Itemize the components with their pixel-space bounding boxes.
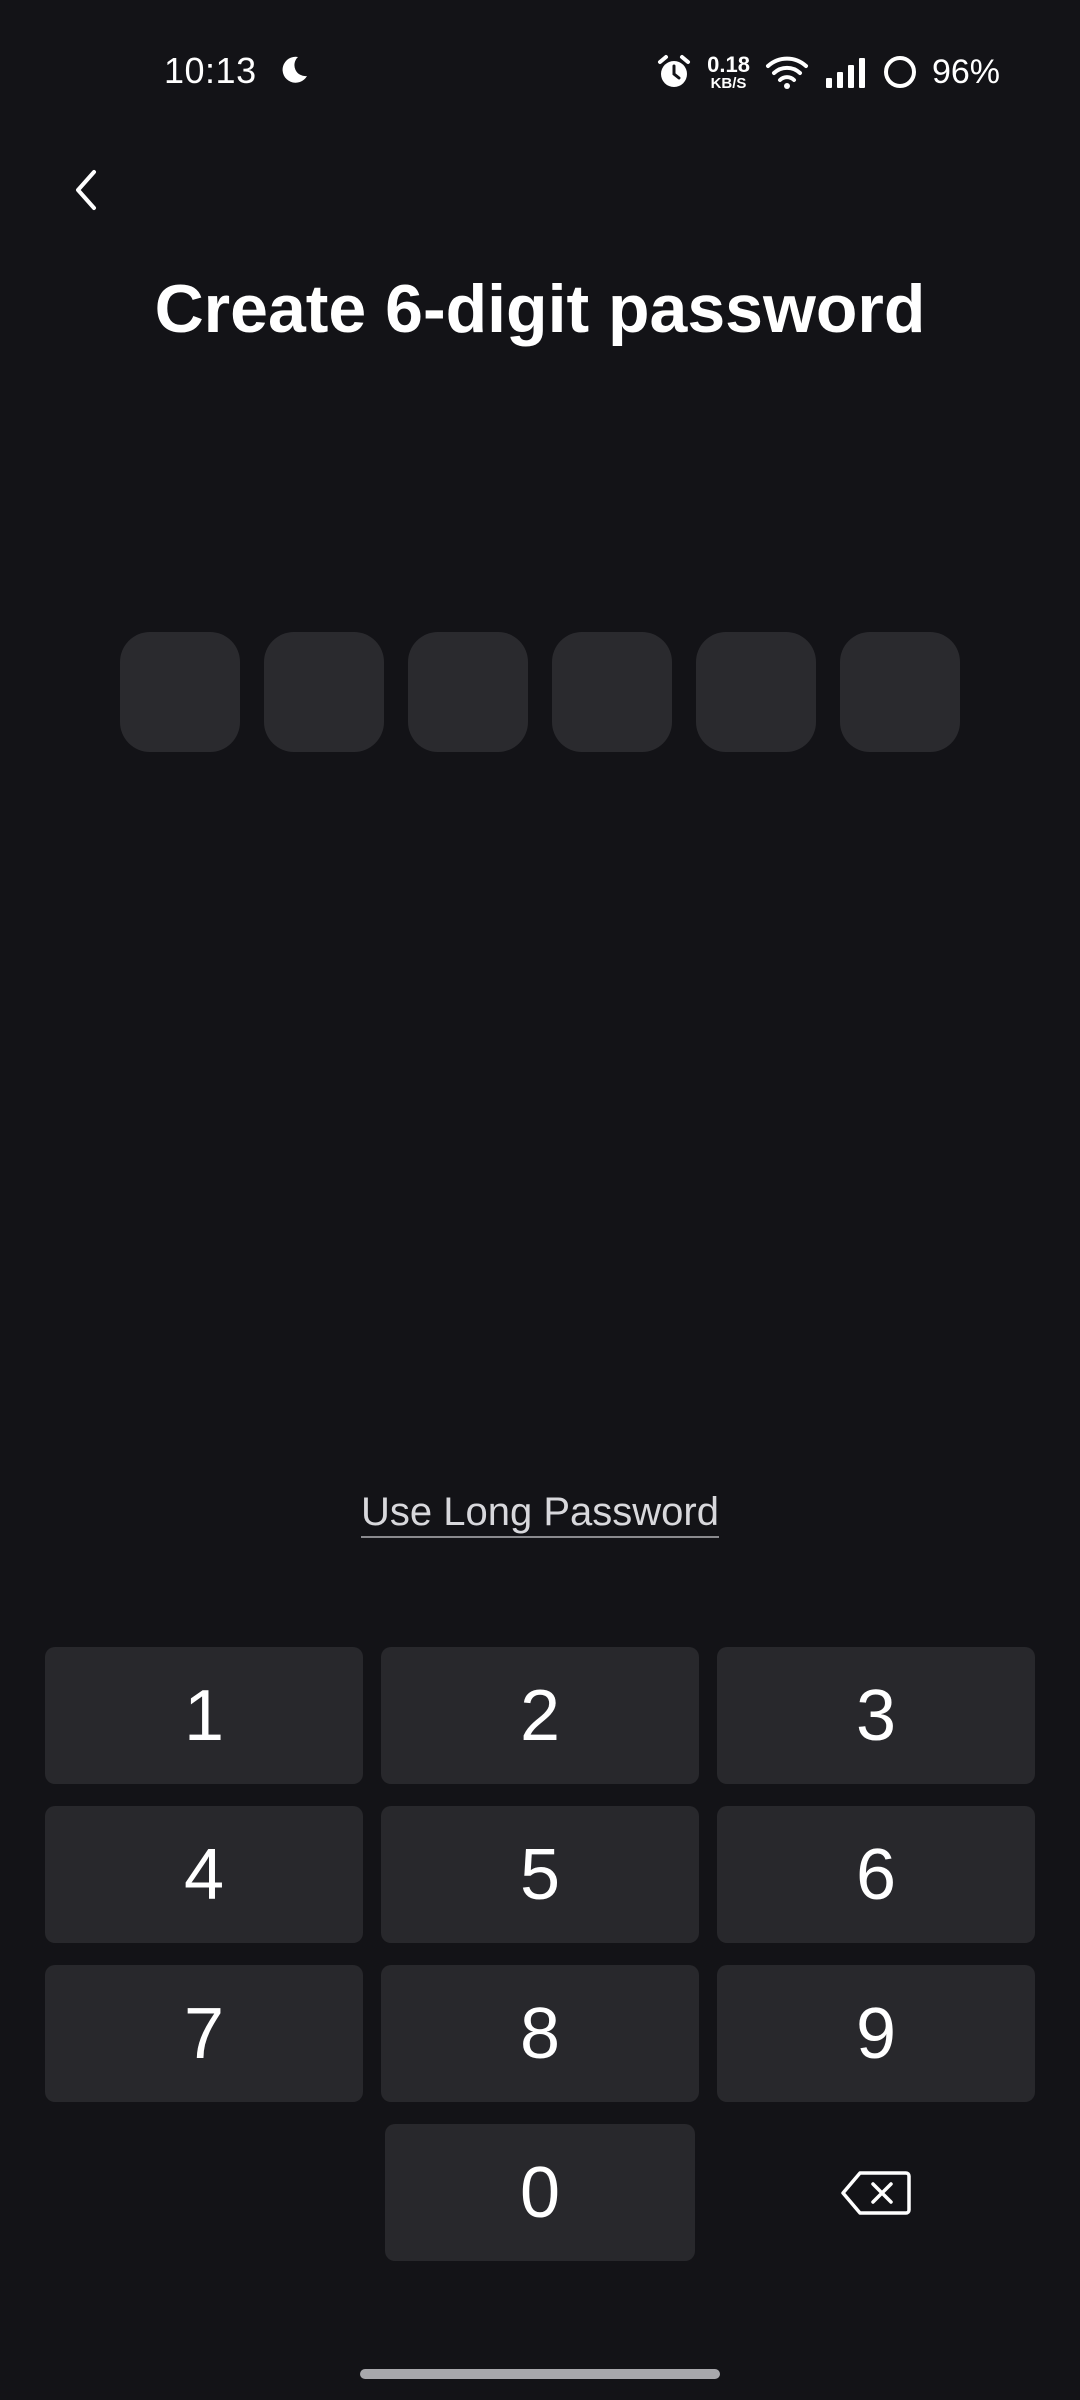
network-speed: 0.18 KB/S [707,51,750,92]
key-0[interactable]: 0 [385,2124,695,2261]
key-1[interactable]: 1 [45,1647,363,1784]
status-bar: 10:13 0.18 KB/S 96% [0,0,1080,140]
moon-icon [282,56,307,83]
key-7[interactable]: 7 [45,1965,363,2102]
status-icons: 0.18 KB/S 96% [655,48,1000,96]
network-speed-unit: KB/S [710,74,747,92]
home-indicator[interactable] [360,2369,720,2379]
pin-digit-box[interactable] [264,632,384,752]
page-title: Create 6-digit password [154,271,926,347]
network-speed-value: 0.18 [707,51,750,77]
backspace-icon [841,2170,911,2215]
long-password-row: Use Long Password [0,1490,1080,1538]
battery-percent: 96% [931,52,1000,91]
wifi-icon [765,56,808,89]
key-4[interactable]: 4 [45,1806,363,1943]
pin-digit-box[interactable] [120,632,240,752]
pin-digit-box[interactable] [552,632,672,752]
signal-icon [825,58,865,88]
key-2[interactable]: 2 [381,1647,699,1784]
key-3[interactable]: 3 [717,1647,1035,1784]
alarm-icon [658,55,691,87]
backspace-button[interactable] [717,2124,1035,2261]
pin-digit-box[interactable] [408,632,528,752]
pin-digit-box[interactable] [696,632,816,752]
battery-icon [883,56,916,88]
status-time: 10:13 [164,50,257,91]
use-long-password-link[interactable]: Use Long Password [361,1490,719,1538]
key-8[interactable]: 8 [381,1965,699,2102]
chevron-left-icon [76,170,96,210]
key-6[interactable]: 6 [717,1806,1035,1943]
back-button[interactable] [56,160,116,220]
key-9[interactable]: 9 [717,1965,1035,2102]
key-5[interactable]: 5 [381,1806,699,1943]
pin-digit-box[interactable] [840,632,960,752]
pin-input[interactable] [120,632,960,752]
